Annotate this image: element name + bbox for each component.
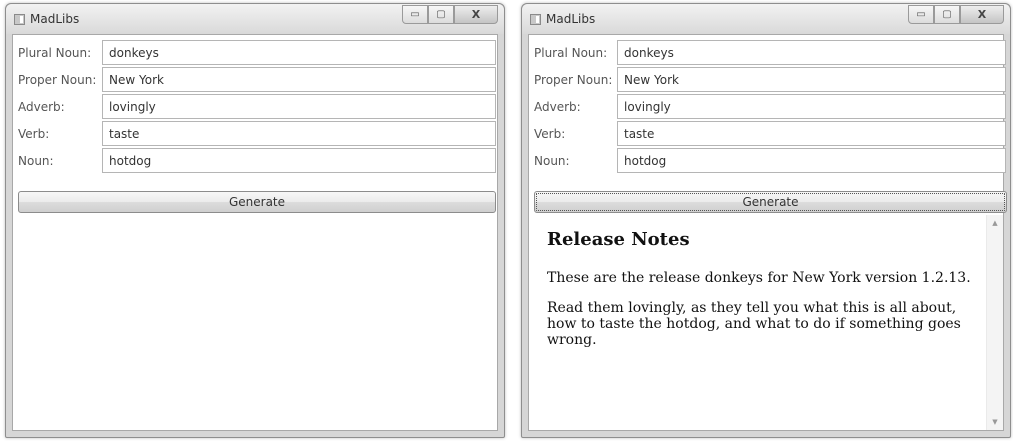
caption-buttons: ▭ ▢ X [908, 5, 1004, 24]
proper-noun-input[interactable] [617, 67, 1006, 92]
plural-noun-row: Plural Noun: [529, 39, 1006, 66]
scroll-down-arrow-icon[interactable]: ▼ [987, 414, 1003, 430]
release-notes-heading: Release Notes [547, 229, 690, 250]
close-icon: X [977, 8, 987, 21]
adverb-label: Adverb: [534, 100, 581, 114]
noun-row: Noun: [13, 147, 497, 174]
maximize-button[interactable]: ▢ [934, 5, 960, 24]
title-bar[interactable]: MadLibs ▭ ▢ X [6, 4, 504, 34]
window-title: MadLibs [546, 12, 596, 26]
adverb-row: Adverb: [529, 93, 1006, 120]
verb-label: Verb: [534, 127, 566, 141]
verb-row: Verb: [13, 120, 497, 147]
verb-label: Verb: [18, 127, 50, 141]
proper-noun-row: Proper Noun: [529, 66, 1006, 93]
noun-input[interactable] [617, 148, 1006, 173]
app-icon[interactable] [14, 14, 25, 25]
client-area: Plural Noun: Proper Noun: Adverb: Verb: … [12, 34, 498, 431]
noun-label: Noun: [18, 154, 54, 168]
minimize-icon: ▭ [916, 8, 926, 20]
verb-input[interactable] [617, 121, 1006, 146]
window-title: MadLibs [30, 12, 80, 26]
close-button[interactable]: X [454, 5, 498, 24]
plural-noun-label: Plural Noun: [18, 46, 92, 60]
plural-noun-label: Plural Noun: [534, 46, 608, 60]
proper-noun-input[interactable] [102, 67, 496, 92]
scroll-up-arrow-icon[interactable]: ▲ [987, 215, 1003, 231]
app-icon[interactable] [530, 14, 541, 25]
proper-noun-label: Proper Noun: [534, 73, 613, 87]
maximize-icon: ▢ [942, 8, 952, 20]
noun-input[interactable] [102, 148, 496, 173]
adverb-input[interactable] [617, 94, 1006, 119]
minimize-icon: ▭ [410, 8, 420, 20]
maximize-button[interactable]: ▢ [428, 5, 454, 24]
minimize-button[interactable]: ▭ [402, 5, 428, 24]
verb-row: Verb: [529, 120, 1006, 147]
close-button[interactable]: X [960, 5, 1004, 24]
title-bar[interactable]: MadLibs ▭ ▢ X [522, 4, 1010, 34]
release-notes-paragraph: These are the release donkeys for New Yo… [547, 270, 971, 286]
generate-button[interactable]: Generate [534, 191, 1007, 213]
adverb-input[interactable] [102, 94, 496, 119]
madlibs-window-before: MadLibs ▭ ▢ X Plural Noun: Proper Noun: … [5, 3, 505, 438]
plural-noun-input[interactable] [102, 40, 496, 65]
noun-row: Noun: [529, 147, 1006, 174]
noun-label: Noun: [534, 154, 570, 168]
release-notes-paragraph: Read them lovingly, as they tell you wha… [547, 300, 961, 348]
close-icon: X [471, 8, 481, 21]
empty-document-area [13, 215, 497, 430]
vertical-scrollbar[interactable]: ▲ ▼ [986, 215, 1003, 430]
proper-noun-label: Proper Noun: [18, 73, 97, 87]
client-area: Plural Noun: Proper Noun: Adverb: Verb: … [528, 34, 1007, 431]
verb-input[interactable] [102, 121, 496, 146]
adverb-label: Adverb: [18, 100, 65, 114]
minimize-button[interactable]: ▭ [908, 5, 934, 24]
release-notes-viewer[interactable]: Release Notes These are the release donk… [529, 215, 1003, 430]
madlibs-window-after: MadLibs ▭ ▢ X Plural Noun: Proper Noun: … [521, 3, 1011, 438]
proper-noun-row: Proper Noun: [13, 66, 497, 93]
maximize-icon: ▢ [436, 8, 446, 20]
adverb-row: Adverb: [13, 93, 497, 120]
caption-buttons: ▭ ▢ X [402, 5, 498, 24]
plural-noun-row: Plural Noun: [13, 39, 497, 66]
generate-button[interactable]: Generate [18, 191, 496, 213]
plural-noun-input[interactable] [617, 40, 1006, 65]
release-notes-content: Release Notes These are the release donk… [547, 229, 977, 362]
